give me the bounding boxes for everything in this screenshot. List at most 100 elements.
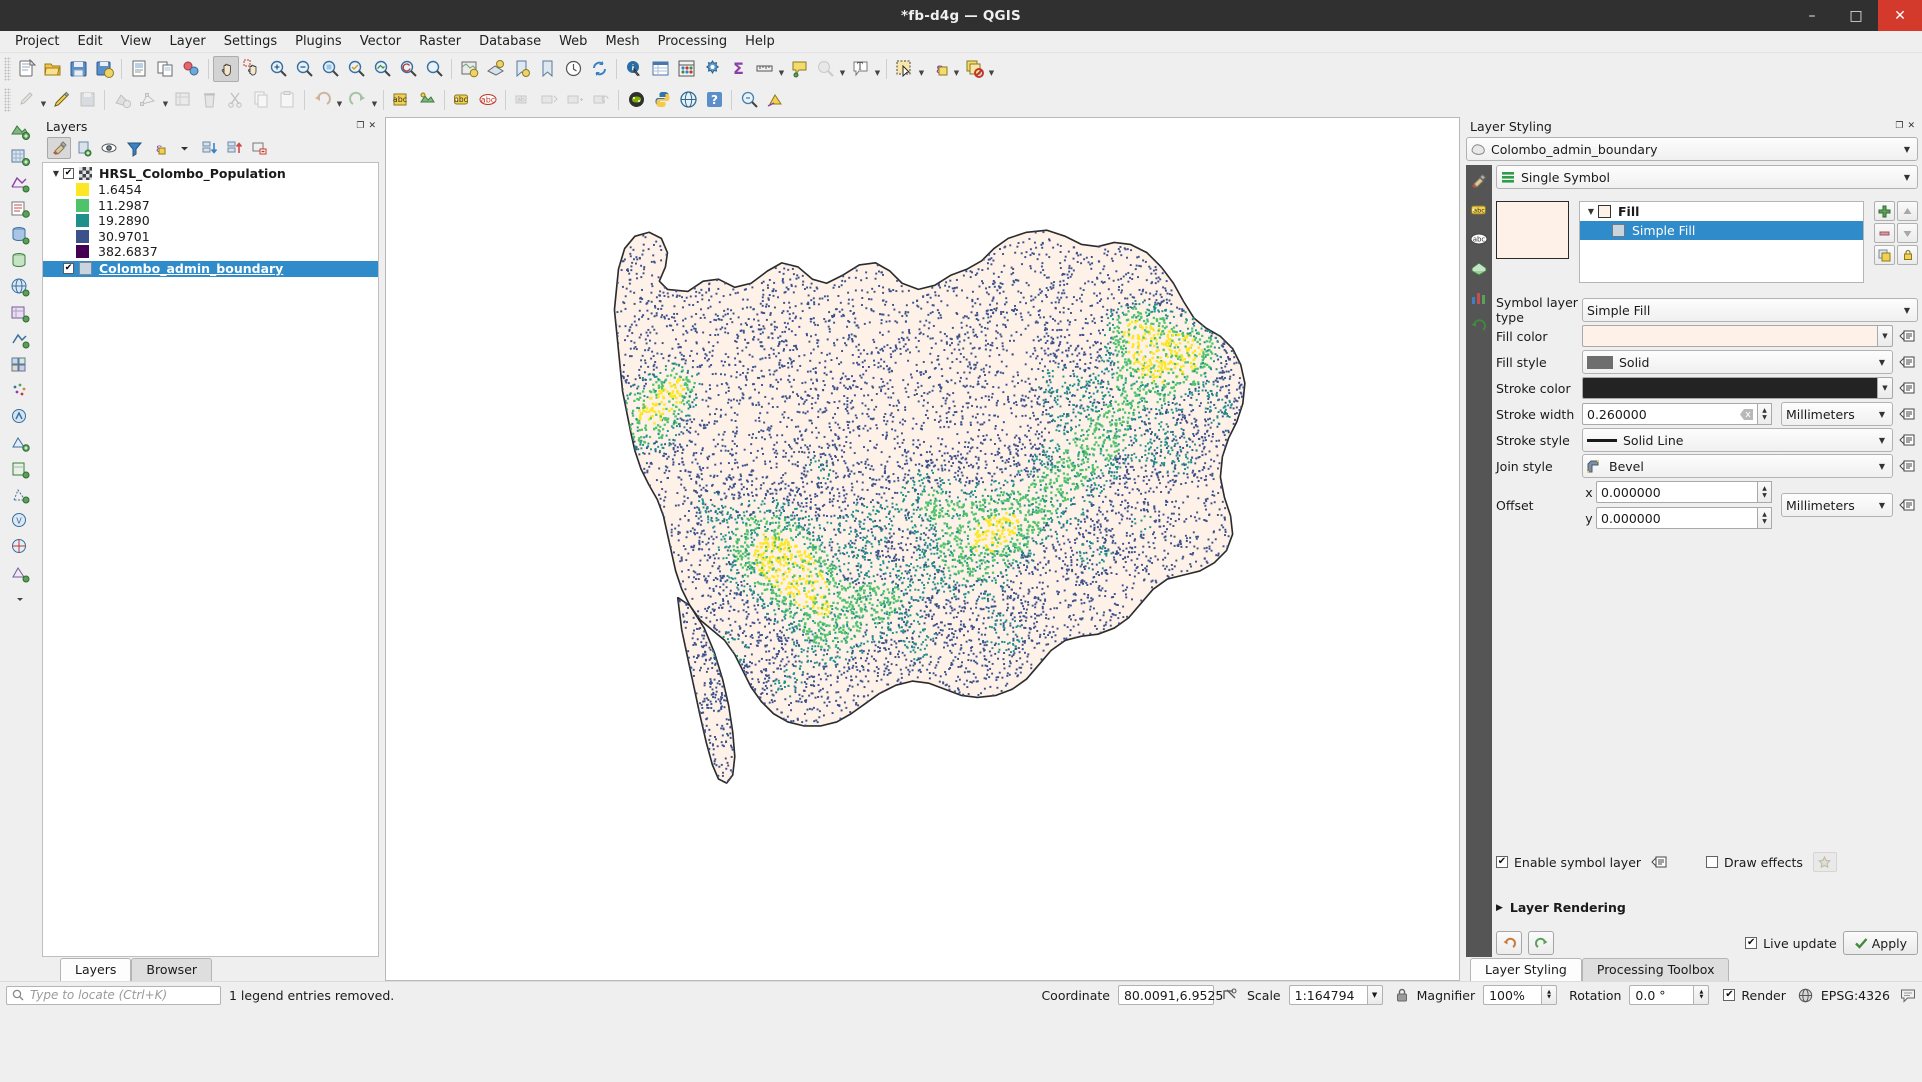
offset-y-input[interactable]: 0.000000: [1596, 507, 1758, 529]
menu-raster[interactable]: Raster: [410, 32, 470, 51]
graphical-modeler-icon[interactable]: [762, 87, 788, 113]
add-feature-icon[interactable]: [109, 87, 135, 113]
stroke-width-input[interactable]: 0.260000: [1582, 403, 1758, 425]
filter-legend-expression-icon[interactable]: ε: [147, 137, 171, 159]
add-arcgis-layer-icon[interactable]: [5, 404, 35, 430]
3d-view-tab-icon[interactable]: [1469, 258, 1489, 278]
deselect-features-icon[interactable]: [961, 56, 987, 82]
float-panel-icon[interactable]: ❐: [356, 121, 364, 131]
redo-icon[interactable]: [344, 87, 370, 113]
select-expression-dropdown-arrow[interactable]: ▼: [952, 56, 961, 82]
temporal-controller-icon[interactable]: [560, 56, 586, 82]
draw-effects-settings-icon[interactable]: [1812, 852, 1837, 872]
fill-color-button[interactable]: [1582, 325, 1878, 347]
current-edits-icon[interactable]: [13, 87, 39, 113]
add-wfs-layer-icon[interactable]: [5, 326, 35, 352]
georeferencer-icon[interactable]: [5, 534, 35, 560]
zoom-next-icon[interactable]: [421, 56, 447, 82]
close-panel-icon[interactable]: ✕: [1907, 121, 1915, 131]
add-spatialite-layer-icon[interactable]: [5, 248, 35, 274]
add-wcs-layer-icon[interactable]: [5, 300, 35, 326]
new-virtual-layer-2-icon[interactable]: [5, 560, 35, 586]
zoom-out-icon[interactable]: [291, 56, 317, 82]
add-vector-tile-layer-icon[interactable]: [5, 352, 35, 378]
remove-symbol-layer-icon[interactable]: [1874, 223, 1895, 243]
menu-help[interactable]: Help: [736, 32, 784, 51]
filter-legend-dropdown-arrow[interactable]: [172, 137, 196, 159]
chevron-down-icon[interactable]: ▼: [1904, 173, 1913, 182]
layer-tree-item-colombo-admin-boundary[interactable]: ✔ Colombo_admin_boundary: [43, 260, 378, 277]
magnifier-stepper[interactable]: ▲ ▼: [1541, 985, 1558, 1005]
add-raster-layer-icon[interactable]: [5, 144, 35, 170]
live-update-checkbox-group[interactable]: ✔ Live update: [1745, 936, 1837, 951]
messages-log-icon[interactable]: [1900, 988, 1916, 1003]
pan-to-selection-icon[interactable]: [239, 56, 265, 82]
stroke-color-dropdown-arrow[interactable]: ▼: [1878, 377, 1893, 399]
add-delimited-text-icon[interactable]: [5, 196, 35, 222]
tab-layers[interactable]: Layers: [60, 958, 132, 981]
fill-style-combo[interactable]: Solid ▼: [1582, 350, 1893, 374]
enable-symbol-layer-checkbox[interactable]: ✔: [1496, 856, 1508, 868]
add-postgis-layer-icon[interactable]: [5, 222, 35, 248]
stroke-color-data-defined-override-icon[interactable]: [1896, 377, 1918, 399]
masks-tab-icon[interactable]: abc: [1469, 229, 1489, 249]
python-console-icon[interactable]: [623, 87, 649, 113]
label-layer-icon[interactable]: abc: [449, 87, 475, 113]
refresh-icon[interactable]: [586, 56, 612, 82]
select-features-icon[interactable]: [891, 56, 917, 82]
toolbar-grip[interactable]: [4, 87, 11, 112]
rail-dropdown-arrow[interactable]: [5, 586, 35, 612]
options-icon[interactable]: [699, 56, 725, 82]
measure-dropdown-arrow[interactable]: ▼: [777, 56, 786, 82]
move-label-icon[interactable]: [562, 87, 588, 113]
tab-layer-styling[interactable]: Layer Styling: [1470, 958, 1582, 981]
pan-map-icon[interactable]: [213, 55, 239, 82]
help-icon[interactable]: ?: [701, 87, 727, 113]
menu-settings[interactable]: Settings: [215, 32, 286, 51]
float-panel-icon[interactable]: ❐: [1895, 121, 1903, 131]
select-by-expression-icon[interactable]: ε: [926, 56, 952, 82]
fill-color-dropdown-arrow[interactable]: ▼: [1878, 325, 1893, 347]
tab-browser[interactable]: Browser: [131, 958, 213, 981]
rotation-value-field[interactable]: 0.0 °: [1629, 985, 1694, 1005]
renderer-combo[interactable]: Single Symbol ▼: [1496, 165, 1918, 189]
minimize-button[interactable]: –: [1790, 0, 1834, 31]
menu-edit[interactable]: Edit: [68, 32, 111, 51]
cut-features-icon[interactable]: [222, 87, 248, 113]
new-project-icon[interactable]: [13, 56, 39, 82]
offset-y-stepper[interactable]: ▲ ▼: [1758, 507, 1772, 529]
menu-web[interactable]: Web: [550, 32, 596, 51]
symbol-layer-tree[interactable]: ▼ Fill Simple Fill: [1579, 201, 1864, 283]
move-down-icon[interactable]: [1897, 223, 1918, 243]
enable-symbol-layer-checkbox-group[interactable]: ✔ Enable symbol layer: [1496, 855, 1641, 870]
attribute-table-icon[interactable]: [647, 56, 673, 82]
map-canvas[interactable]: [385, 117, 1460, 981]
close-panel-icon[interactable]: ✕: [368, 121, 376, 131]
maximize-button[interactable]: □: [1834, 0, 1878, 31]
coordinate-value-field[interactable]: 80.0091,6.9525: [1117, 985, 1223, 1005]
redo-style-button[interactable]: [1528, 931, 1554, 955]
add-vector-layer-icon[interactable]: [5, 118, 35, 144]
duplicate-icon[interactable]: [1874, 245, 1895, 265]
layer-visibility-checkbox[interactable]: ✔: [63, 168, 74, 179]
chevron-down-icon[interactable]: ▼: [1879, 436, 1888, 445]
history-tab-icon[interactable]: [1469, 316, 1489, 336]
layout-manager-icon[interactable]: [152, 56, 178, 82]
draw-effects-checkbox-group[interactable]: Draw effects: [1706, 855, 1803, 870]
stroke-style-data-defined-override-icon[interactable]: [1896, 429, 1918, 451]
menu-plugins[interactable]: Plugins: [286, 32, 351, 51]
zoom-last-icon[interactable]: [395, 56, 421, 82]
menu-layer[interactable]: Layer: [161, 32, 215, 51]
chevron-down-icon[interactable]: ▼: [1879, 358, 1888, 367]
stroke-style-combo[interactable]: Solid Line ▼: [1582, 428, 1893, 452]
open-browser-icon[interactable]: [675, 87, 701, 113]
chevron-down-icon[interactable]: ▼: [1904, 306, 1913, 315]
scale-value-field[interactable]: 1:164794: [1288, 985, 1367, 1005]
enable-symbol-layer-data-defined-override-icon[interactable]: [1651, 854, 1668, 870]
layer-rendering-section[interactable]: ▶ Layer Rendering: [1496, 900, 1918, 915]
symbol-tree-row-simple-fill[interactable]: Simple Fill: [1580, 221, 1863, 240]
apply-button[interactable]: Apply: [1842, 931, 1918, 955]
expander-icon[interactable]: ▼: [49, 169, 63, 178]
fill-style-data-defined-override-icon[interactable]: [1896, 351, 1918, 373]
new-print-layout-icon[interactable]: [126, 56, 152, 82]
